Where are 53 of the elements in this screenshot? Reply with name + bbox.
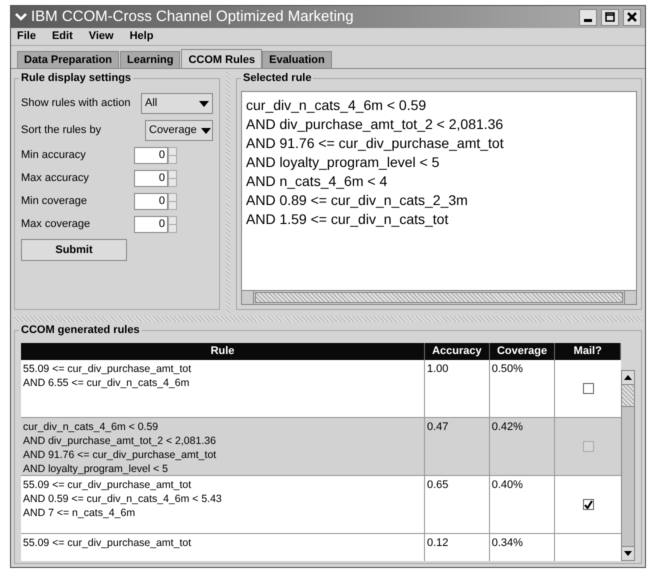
table-cell: 0.42% [490, 418, 556, 474]
rule-line: AND div_purchase_amt_tot_2 < 2,081.36 [23, 434, 217, 448]
setting-label: Max accuracy [21, 171, 90, 186]
menu-item[interactable]: Edit [52, 28, 73, 45]
rule-line: AND loyalty_program_level < 5 [23, 462, 170, 476]
tab[interactable]: Learning [120, 51, 180, 68]
number-field[interactable]: 0 [134, 147, 168, 164]
rule-line: 55.09 <= cur_div_purchase_amt_tot [23, 362, 192, 376]
table-cell: 0.65 [425, 476, 490, 532]
number-field[interactable]: 0 [134, 216, 168, 233]
rule-line: AND 6.55 <= cur_div_n_cats_4_6m [23, 376, 190, 390]
setting-label: Min coverage [21, 194, 88, 210]
group-title: Rule display settings [19, 71, 134, 85]
setting-label: Min accuracy [21, 148, 87, 164]
menu-item[interactable]: Help [130, 28, 154, 45]
rule-line: AND div_purchase_amt_tot_2 < 2,081.36 [246, 115, 504, 134]
window-title: IBM CCOM-Cross Channel Optimized Marketing [31, 6, 355, 27]
table-cell: 0.50% [490, 360, 556, 416]
dropdown[interactable]: All [141, 93, 213, 114]
rule-line: AND 0.59 <= cur_div_n_cats_4_6m < 5.43 [23, 492, 223, 506]
rule-line: AND n_cats_4_6m < 4 [246, 172, 388, 191]
menu-item[interactable]: View [88, 28, 114, 45]
table-row[interactable]: 55.09 <= cur_div_purchase_amt_tot 0.12 0.34% [21, 534, 622, 561]
rule-line: AND 0.89 <= cur_div_n_cats_2_3m [246, 191, 469, 210]
table-row[interactable]: 55.09 <= cur_div_purchase_amt_tot AND 6.55 <= cur_div_n_cats_4_6m 1.00 0.50% [21, 360, 622, 418]
tab[interactable]: CCOM Rules [181, 49, 262, 68]
tab[interactable]: Data Preparation [17, 51, 120, 68]
tab[interactable]: Evaluation [262, 51, 332, 68]
setting-label: Max coverage [21, 217, 92, 232]
rule-line: AND 1.59 <= cur_div_n_cats_tot [246, 210, 450, 229]
rule-line: 55.09 <= cur_div_purchase_amt_tot [23, 478, 192, 492]
setting-label: Sort the rules by [21, 123, 102, 138]
rule-line: AND 7 <= n_cats_4_6m [23, 506, 136, 520]
table-cell: 0.40% [490, 476, 556, 532]
rule-line: 55.09 <= cur_div_purchase_amt_tot [23, 536, 192, 550]
menu-item[interactable]: File [17, 28, 36, 45]
submit-button[interactable]: Submit [21, 239, 127, 261]
number-field[interactable]: 0 [134, 170, 168, 187]
dropdown[interactable]: Coverage [145, 120, 213, 141]
table-cell: 0.47 [425, 418, 490, 474]
table-row[interactable]: cur_div_n_cats_4_6m < 0.59 AND div_purchase_amt_tot_2 < 2,081.36 AND 91.76 <= cur_div_purchase_amt_tot AND loyalty_program_level < 5 0.47 0.42% [21, 418, 622, 476]
table-cell: 1.00 [425, 360, 490, 416]
rule-line: cur_div_n_cats_4_6m < 0.59 [246, 96, 428, 115]
table-cell: 0.12 [425, 534, 490, 561]
rule-line: AND 91.76 <= cur_div_purchase_amt_tot [23, 448, 218, 462]
table-row[interactable]: 55.09 <= cur_div_purchase_amt_tot AND 0.59 <= cur_div_n_cats_4_6m < 5.43 AND 7 <= n_cats_4_6m 0.65 0.40% [21, 476, 622, 534]
setting-label: Show rules with action [21, 96, 130, 112]
number-field[interactable]: 0 [134, 193, 168, 210]
table-cell: 0.34% [490, 534, 556, 561]
rule-line: AND 91.76 <= cur_div_purchase_amt_tot [246, 134, 505, 153]
group-title: CCOM generated rules [19, 323, 142, 337]
rule-line: AND loyalty_program_level < 5 [246, 153, 440, 172]
rule-line: cur_div_n_cats_4_6m < 0.59 [23, 420, 160, 434]
